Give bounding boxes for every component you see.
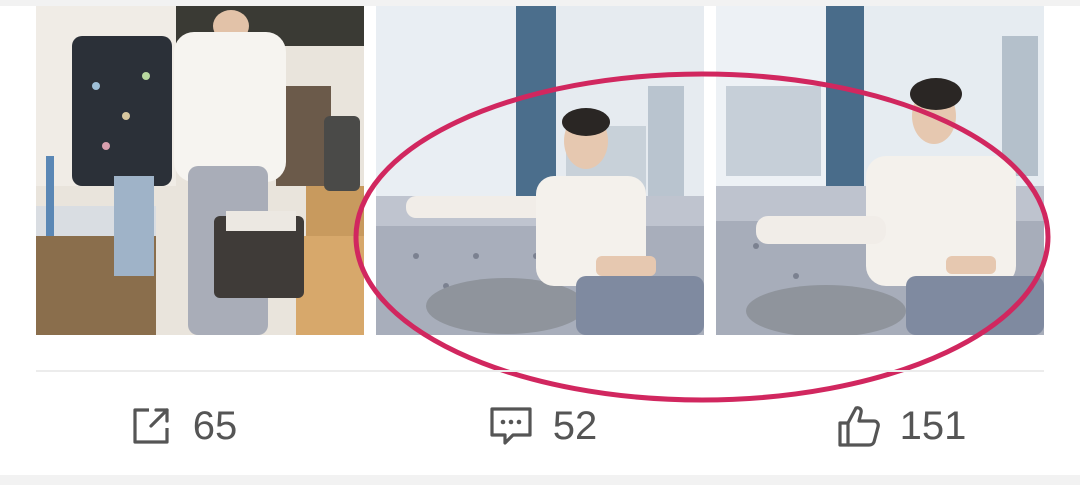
post-action-bar: 65 52 151: [0, 380, 1080, 472]
post-photo-3[interactable]: [716, 6, 1044, 335]
like-button[interactable]: 151: [770, 380, 1030, 472]
share-count: 65: [192, 403, 238, 448]
photo-sofa-seated: [716, 6, 1044, 335]
comment-count: 52: [552, 403, 598, 448]
actions-divider: [36, 370, 1044, 372]
photo-boutique-scene: [36, 6, 364, 335]
share-button[interactable]: 65: [52, 380, 312, 472]
post-photo-grid: [36, 6, 1044, 335]
thumbs-up-icon: [838, 406, 880, 447]
like-count: 151: [899, 403, 967, 448]
post-photo-1[interactable]: [36, 6, 364, 335]
feed-separator-bottom: [0, 475, 1080, 485]
comment-icon: [490, 407, 532, 445]
photo-sofa-reclining: [376, 6, 704, 335]
comment-button[interactable]: 52: [412, 380, 672, 472]
share-icon: [133, 408, 169, 444]
post-photo-2[interactable]: [376, 6, 704, 335]
